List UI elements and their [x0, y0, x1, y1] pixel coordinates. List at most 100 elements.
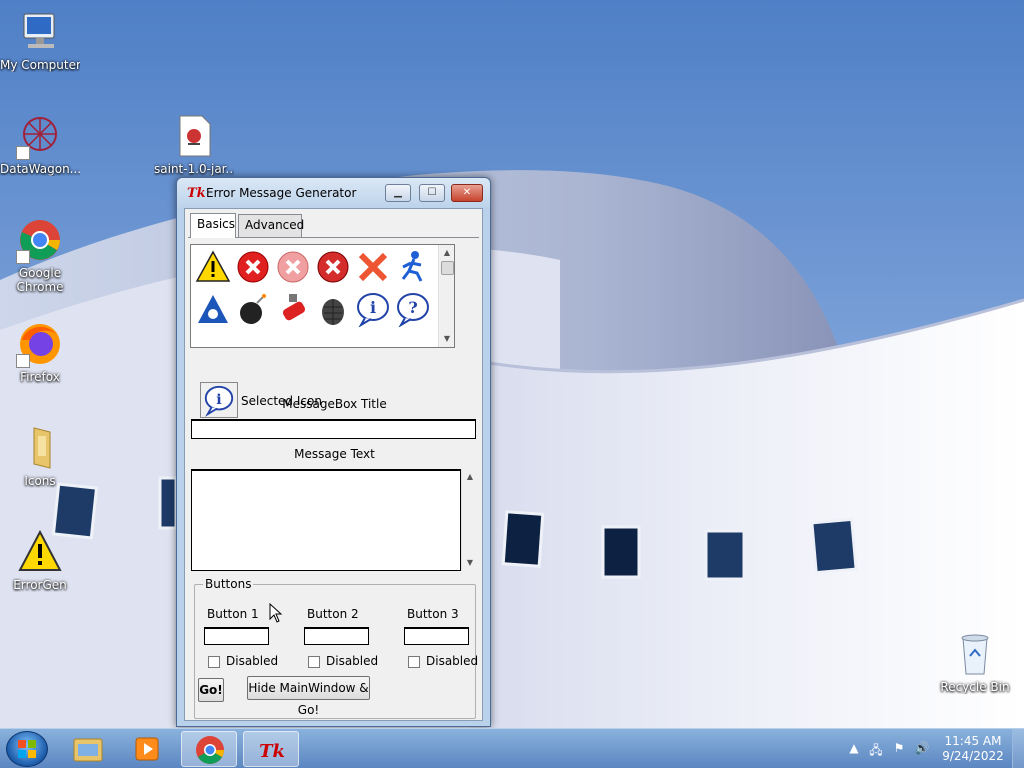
desktop-icon-label: DataWagon... [0, 162, 80, 176]
checkbox-label: Disabled [326, 654, 379, 668]
desktop-icon-errorgen[interactable]: ErrorGen [0, 528, 80, 592]
message-text-area[interactable] [191, 469, 461, 571]
computer-icon [16, 8, 64, 56]
svg-text:?: ? [408, 298, 417, 317]
chevron-up-icon[interactable]: ▲ [846, 741, 862, 757]
button-3-input[interactable] [404, 627, 469, 645]
tk-icon: Tk [187, 186, 206, 201]
maximize-button[interactable]: ☐ [419, 184, 445, 202]
desktop-icon-datawagon[interactable]: DataWagon... [0, 112, 80, 176]
error-faded-icon[interactable] [275, 249, 311, 285]
buttons-group-legend: Buttons [203, 577, 254, 591]
bomb-icon[interactable] [235, 291, 271, 327]
desktop-wallpaper [0, 0, 1024, 728]
taskbar-chrome[interactable] [181, 731, 237, 767]
window-client-area: Basics Advanced i ? ▲ ▼ i Selected Icon … [184, 208, 483, 721]
scroll-down-icon[interactable]: ▼ [441, 333, 453, 345]
hide-mainwindow-go-button[interactable]: Hide MainWindow & Go! [247, 676, 370, 717]
mouse-cursor-icon [269, 603, 283, 623]
button-3-label: Button 3 [407, 607, 459, 621]
error-x-icon[interactable] [315, 249, 351, 285]
checkbox-label: Disabled [426, 654, 479, 668]
desktop-icon-label: ErrorGen [13, 578, 67, 592]
error-message-generator-window: Tk Error Message Generator ▁ ☐ ✕ Basics … [176, 177, 491, 727]
error-red-icon[interactable] [235, 249, 271, 285]
start-button[interactable] [6, 731, 48, 767]
datawagon-icon [16, 112, 64, 160]
grenade-icon[interactable] [315, 291, 351, 327]
red-x-icon[interactable] [355, 249, 391, 285]
tab-label: Basics [197, 217, 236, 231]
warning-icon[interactable] [195, 249, 231, 285]
button-2-input[interactable] [304, 627, 369, 645]
desktop-icon-firefox[interactable]: Firefox [0, 320, 80, 384]
desktop-icon-label: Firefox [20, 370, 60, 384]
desktop-icon-my-computer[interactable]: My Computer [0, 8, 80, 72]
desktop-icon-icons-folder[interactable]: Icons [0, 424, 80, 488]
shortcut-arrow-icon [16, 354, 30, 368]
media-player-icon [135, 737, 159, 761]
desktop-icon-recycle-bin[interactable]: Recycle Bin [935, 630, 1015, 694]
buttons-group: Buttons Button 1 Button 2 Button 3 Disab… [194, 577, 479, 719]
chrome-icon [196, 736, 224, 764]
recycle-bin-icon [951, 630, 999, 678]
button-1-label: Button 1 [207, 607, 259, 621]
tab-advanced[interactable]: Advanced [238, 214, 305, 237]
desktop-icon-label: My Computer [0, 58, 80, 72]
go-button[interactable]: Go! [198, 678, 224, 702]
checkbox-label: Disabled [226, 654, 279, 668]
warning-icon [16, 528, 64, 576]
scroll-thumb[interactable] [441, 261, 454, 275]
window-title: Error Message Generator [206, 186, 357, 200]
button-2-label: Button 2 [307, 607, 359, 621]
clock-time: 11:45 AM [944, 734, 1002, 748]
clock-date: 9/24/2022 [942, 749, 1004, 763]
taskbar-media-player[interactable] [120, 731, 176, 767]
desktop-icon-saint-jar[interactable]: saint-1.0-jar... [154, 112, 234, 176]
action-center-icon[interactable]: ⚑ [891, 741, 907, 757]
button-1-input[interactable] [204, 627, 269, 645]
message-text-scrollbar[interactable]: ▲ ▼ [461, 469, 478, 571]
tab-label: Advanced [245, 218, 305, 232]
button-2-disabled-checkbox[interactable] [308, 656, 320, 668]
network-icon[interactable]: 🖧 [868, 741, 884, 757]
scroll-up-icon[interactable]: ▲ [441, 247, 453, 259]
svg-text:Tk: Tk [259, 741, 285, 762]
icon-grid-scrollbar[interactable]: ▲ ▼ [438, 245, 454, 347]
close-button[interactable]: ✕ [451, 184, 483, 202]
button-3-disabled-checkbox[interactable] [408, 656, 420, 668]
taskbar: Tk ▲ 🖧 ⚑ 🔊 11:45 AM 9/24/2022 [0, 728, 1024, 768]
messagebox-title-input[interactable] [191, 419, 476, 439]
scroll-down-icon[interactable]: ▼ [464, 557, 476, 569]
desktop-icon-label: saint-1.0-jar... [154, 162, 234, 176]
scroll-up-icon[interactable]: ▲ [464, 471, 476, 483]
desktop-icon-label: Recycle Bin [940, 680, 1010, 694]
firefox-icon [16, 320, 64, 368]
icon-grid[interactable]: i ? ▲ ▼ [190, 244, 455, 348]
shortcut-arrow-icon [16, 250, 30, 264]
button-1-disabled-checkbox[interactable] [208, 656, 220, 668]
jar-file-icon [170, 112, 218, 160]
info-icon[interactable]: i [355, 291, 391, 327]
title-bar[interactable]: Tk Error Message Generator ▁ ☐ ✕ [177, 178, 490, 208]
svg-text:i: i [370, 298, 376, 317]
show-desktop-button[interactable] [1012, 729, 1024, 768]
fire-extinguisher-icon[interactable] [275, 291, 311, 327]
tab-basics[interactable]: Basics [190, 213, 236, 238]
shortcut-arrow-icon [16, 146, 30, 160]
messagebox-title-label: MessageBox Title [282, 397, 387, 411]
windows-explorer-icon [73, 738, 103, 762]
question-icon[interactable]: ? [395, 291, 431, 327]
desktop-icon-google-chrome[interactable]: Google Chrome [0, 216, 80, 294]
taskbar-tk-app[interactable]: Tk [243, 731, 299, 767]
taskbar-windows-explorer[interactable] [60, 731, 116, 767]
minimize-button[interactable]: ▁ [385, 184, 411, 202]
aol-triangle-icon[interactable] [195, 291, 231, 327]
desktop-icon-label: Google Chrome [16, 266, 64, 294]
volume-icon[interactable]: 🔊 [914, 741, 930, 757]
folder-icon [16, 424, 64, 472]
tk-icon: Tk [259, 741, 285, 762]
chrome-icon [16, 216, 64, 264]
system-clock[interactable]: 11:45 AM 9/24/2022 [938, 734, 1008, 764]
running-man-icon[interactable] [395, 249, 431, 285]
